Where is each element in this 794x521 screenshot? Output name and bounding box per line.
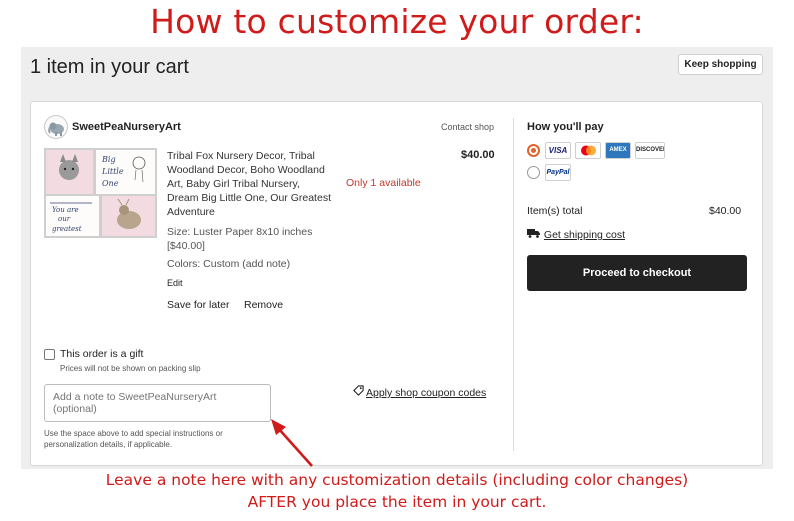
- card-payment-radio[interactable]: [527, 144, 540, 157]
- items-total-value: $40.00: [709, 205, 742, 217]
- visa-logo: VISA: [545, 142, 571, 159]
- gift-checkbox[interactable]: [44, 349, 55, 360]
- tag-icon: [353, 385, 364, 399]
- image-text-our: our: [58, 215, 71, 223]
- image-text-little: Little: [101, 167, 124, 176]
- image-text-one: One: [102, 179, 119, 188]
- remove-link[interactable]: Remove: [244, 299, 283, 311]
- save-for-later-link[interactable]: Save for later: [167, 299, 229, 311]
- image-text-big: Big: [101, 155, 116, 164]
- proceed-to-checkout-button[interactable]: Proceed to checkout: [527, 255, 747, 291]
- note-help-text: Use the space above to add special instr…: [44, 429, 223, 449]
- paypal-logo: PayPal: [545, 164, 571, 181]
- caption-line-2: AFTER you place the item in your cart.: [247, 493, 547, 511]
- apply-coupon-link[interactable]: Apply shop coupon codes: [353, 385, 486, 399]
- gift-subtext: Prices will not be shown on packing slip: [60, 364, 201, 373]
- product-title[interactable]: Tribal Fox Nursery Decor, Tribal Woodlan…: [167, 149, 332, 219]
- payment-title: How you'll pay: [527, 121, 604, 133]
- shop-name[interactable]: SweetPeaNurseryArt: [72, 121, 181, 133]
- image-text-greatest: greatest: [52, 225, 82, 233]
- coupon-label: Apply shop coupon codes: [366, 387, 487, 399]
- cart-title: 1 item in your cart: [30, 56, 189, 78]
- gift-label[interactable]: This order is a gift: [60, 348, 143, 360]
- get-shipping-cost-link[interactable]: Get shipping cost: [527, 228, 625, 241]
- truck-icon: [527, 229, 544, 241]
- caption-line-1: Leave a note here with any customization…: [105, 471, 689, 489]
- discover-logo: DISCOVER: [635, 142, 665, 159]
- availability-status: Only 1 available: [346, 177, 421, 189]
- keep-shopping-button[interactable]: Keep shopping: [678, 54, 763, 75]
- variation-size: Size: Luster Paper 8x10 inches [$40.00]: [167, 226, 313, 252]
- amex-logo: AMEX: [605, 142, 631, 159]
- paypal-payment-radio[interactable]: [527, 166, 540, 179]
- items-total-label: Item(s) total: [527, 205, 583, 217]
- contact-shop-link[interactable]: Contact shop: [441, 122, 494, 132]
- image-text-you-are: You are: [52, 206, 79, 214]
- variation-colors: Colors: Custom (add note): [167, 258, 291, 270]
- headline: How to customize your order:: [150, 2, 644, 41]
- column-divider: [513, 118, 514, 451]
- item-price: $40.00: [461, 149, 495, 161]
- mastercard-logo: [575, 142, 601, 159]
- note-to-seller-input[interactable]: [44, 384, 271, 422]
- annotation-arrow-icon: [271, 419, 313, 467]
- shipping-label: Get shipping cost: [543, 229, 626, 241]
- product-image[interactable]: Big Little One You are our greatest: [44, 148, 157, 238]
- elephant-icon[interactable]: [44, 115, 68, 139]
- edit-link[interactable]: Edit: [167, 278, 183, 288]
